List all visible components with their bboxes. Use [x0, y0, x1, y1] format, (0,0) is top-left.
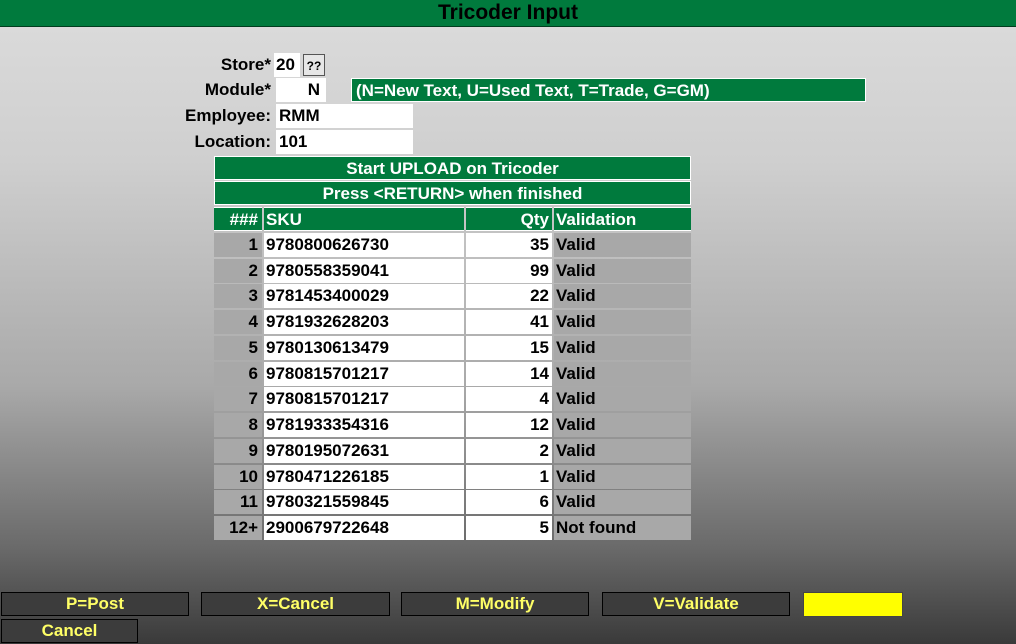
- employee-label: Employee:: [185, 106, 271, 125]
- qty-cell[interactable]: 99: [466, 259, 552, 283]
- employee-field[interactable]: RMM: [276, 104, 413, 128]
- row-number: 10: [214, 465, 262, 489]
- post-button[interactable]: P=Post: [1, 592, 189, 616]
- table-row[interactable]: 7 9780815701217 4 Valid: [214, 387, 692, 411]
- validation-cell: Not found: [554, 516, 691, 540]
- table-row[interactable]: 4 9781932628203 41 Valid: [214, 310, 692, 334]
- sku-cell[interactable]: 9780558359041: [264, 259, 464, 283]
- table-row[interactable]: 2 9780558359041 99 Valid: [214, 259, 692, 283]
- sku-cell[interactable]: 9781932628203: [264, 310, 464, 334]
- store-label: Store*: [220, 55, 271, 74]
- store-lookup-button[interactable]: ??: [303, 54, 325, 76]
- validation-cell: Valid: [554, 465, 691, 489]
- sku-cell[interactable]: 9780321559845: [264, 490, 464, 514]
- row-number: 11: [214, 490, 262, 514]
- table-row[interactable]: 12+ 2900679722648 5 Not found: [214, 516, 692, 540]
- table-row[interactable]: 8 9781933354316 12 Valid: [214, 413, 692, 437]
- qty-cell[interactable]: 41: [466, 310, 552, 334]
- module-label: Module*: [204, 80, 271, 99]
- table-row[interactable]: 6 9780815701217 14 Valid: [214, 362, 692, 386]
- location-field[interactable]: 101: [276, 130, 413, 154]
- sku-cell[interactable]: 9780195072631: [264, 439, 464, 463]
- qty-cell[interactable]: 22: [466, 284, 552, 308]
- table-row[interactable]: 1 9780800626730 35 Valid: [214, 233, 692, 257]
- validate-button[interactable]: V=Validate: [602, 592, 790, 616]
- sku-cell[interactable]: 9781453400029: [264, 284, 464, 308]
- validation-cell: Valid: [554, 490, 691, 514]
- upload-banner: Start UPLOAD on Tricoder: [214, 156, 691, 180]
- row-number: 8: [214, 413, 262, 437]
- qty-cell[interactable]: 4: [466, 387, 552, 411]
- qty-cell[interactable]: 6: [466, 490, 552, 514]
- window-title: Tricoder Input: [0, 0, 1016, 27]
- row-number: 7: [214, 387, 262, 411]
- table-row[interactable]: 10 9780471226185 1 Valid: [214, 465, 692, 489]
- modify-button[interactable]: M=Modify: [401, 592, 589, 616]
- table-row[interactable]: 9 9780195072631 2 Valid: [214, 439, 692, 463]
- validation-cell: Valid: [554, 310, 691, 334]
- row-number: 5: [214, 336, 262, 360]
- row-number: 2: [214, 259, 262, 283]
- table-row[interactable]: 11 9780321559845 6 Valid: [214, 490, 692, 514]
- location-label: Location:: [194, 132, 272, 151]
- qty-cell[interactable]: 5: [466, 516, 552, 540]
- sku-cell[interactable]: 9781933354316: [264, 413, 464, 437]
- sku-cell[interactable]: 9780815701217: [264, 362, 464, 386]
- qty-cell[interactable]: 12: [466, 413, 552, 437]
- qty-cell[interactable]: 35: [466, 233, 552, 257]
- row-number: 3: [214, 284, 262, 308]
- return-instruction-banner: Press <RETURN> when finished: [214, 181, 691, 205]
- validation-cell: Valid: [554, 387, 691, 411]
- table-header: ### SKU Qty Validation: [214, 207, 692, 231]
- table-row[interactable]: 5 9780130613479 15 Valid: [214, 336, 692, 360]
- table-row[interactable]: 3 9781453400029 22 Valid: [214, 284, 692, 308]
- row-number: 9: [214, 439, 262, 463]
- sku-cell[interactable]: 9780800626730: [264, 233, 464, 257]
- qty-cell[interactable]: 15: [466, 336, 552, 360]
- validation-cell: Valid: [554, 259, 691, 283]
- sku-cell[interactable]: 9780471226185: [264, 465, 464, 489]
- qty-cell[interactable]: 2: [466, 439, 552, 463]
- module-hint: (N=New Text, U=Used Text, T=Trade, G=GM): [351, 78, 866, 102]
- sku-cell[interactable]: 9780130613479: [264, 336, 464, 360]
- col-header-num: ###: [214, 207, 262, 231]
- validation-cell: Valid: [554, 233, 691, 257]
- sku-cell[interactable]: 9780815701217: [264, 387, 464, 411]
- row-number: 1: [214, 233, 262, 257]
- validation-cell: Valid: [554, 413, 691, 437]
- qty-cell[interactable]: 1: [466, 465, 552, 489]
- store-field[interactable]: 20: [274, 53, 300, 77]
- cancel-button[interactable]: Cancel: [1, 619, 138, 643]
- validation-cell: Valid: [554, 336, 691, 360]
- row-number: 4: [214, 310, 262, 334]
- module-field[interactable]: N: [276, 78, 326, 102]
- cancel-x-button[interactable]: X=Cancel: [201, 592, 390, 616]
- col-header-qty: Qty: [466, 207, 552, 231]
- highlight-field[interactable]: [803, 592, 903, 617]
- validation-cell: Valid: [554, 439, 691, 463]
- col-header-sku: SKU: [264, 207, 464, 231]
- col-header-validation: Validation: [554, 207, 691, 231]
- sku-cell[interactable]: 2900679722648: [264, 516, 464, 540]
- row-number: 12+: [214, 516, 262, 540]
- validation-cell: Valid: [554, 284, 691, 308]
- qty-cell[interactable]: 14: [466, 362, 552, 386]
- validation-cell: Valid: [554, 362, 691, 386]
- row-number: 6: [214, 362, 262, 386]
